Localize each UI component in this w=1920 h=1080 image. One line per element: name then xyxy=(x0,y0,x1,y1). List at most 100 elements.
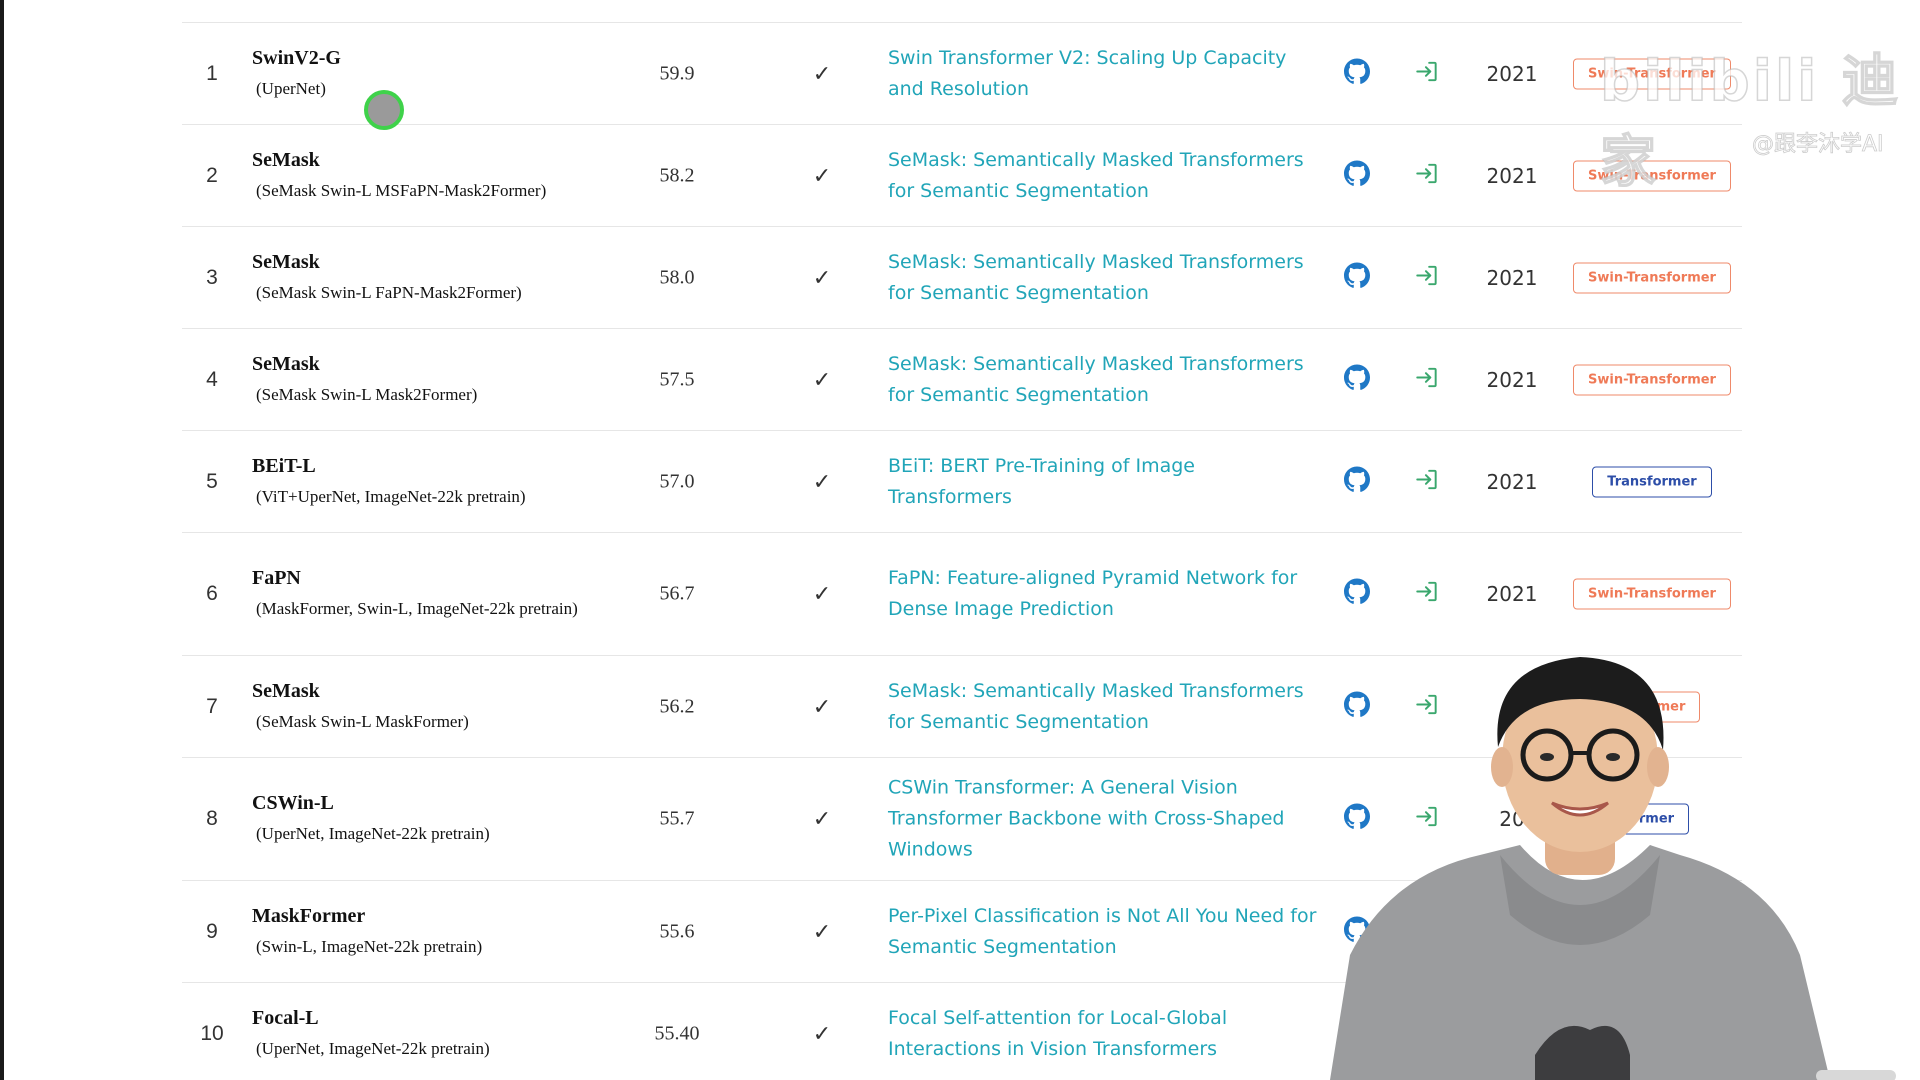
model-details: (UperNet) xyxy=(256,78,326,98)
paper-title-link[interactable]: FaPN: Feature-aligned Pyramid Network fo… xyxy=(888,563,1318,625)
extra-data-check-icon: ✓ xyxy=(812,918,832,944)
miou-score: 55.6 xyxy=(659,920,695,942)
window-edge xyxy=(0,0,4,1080)
method-tag[interactable]: Swin-Transformer xyxy=(1573,262,1731,293)
mouse-cursor-indicator xyxy=(364,90,404,130)
model-name: CSWin-L xyxy=(252,792,334,814)
miou-score: 56.2 xyxy=(659,695,695,717)
model-details: (UperNet, ImageNet-22k pretrain) xyxy=(256,1038,490,1058)
presenter-webcam-overlay xyxy=(1330,657,1830,1080)
model-name: SeMask xyxy=(252,679,320,702)
model-details: (SeMask Swin-L MSFaPN-Mask2Former) xyxy=(256,180,547,200)
method-tag[interactable]: Swin-Transformer xyxy=(1573,364,1731,395)
paper-title-link[interactable]: CSWin Transformer: A General Vision Tran… xyxy=(888,773,1318,866)
tag-cell: Transformer xyxy=(1562,466,1742,497)
model-name: SeMask xyxy=(252,352,320,375)
miou-score: 55.40 xyxy=(654,1022,700,1044)
rank-cell: 9 xyxy=(206,919,218,943)
paper-title-link[interactable]: SeMask: Semantically Masked Transformers… xyxy=(888,145,1318,207)
model-details: (ViT+UperNet, ImageNet-22k pretrain) xyxy=(256,486,526,506)
year-cell: 2021 xyxy=(1486,367,1538,392)
enter-icon[interactable] xyxy=(1414,579,1444,610)
miou-score: 58.0 xyxy=(659,266,695,288)
paper-title-link[interactable]: Swin Transformer V2: Scaling Up Capacity… xyxy=(888,43,1318,105)
scrollbar-thumb[interactable] xyxy=(1816,1070,1896,1080)
model-cell: SeMask (SeMask Swin-L FaPN-Mask2Former) xyxy=(252,247,622,309)
model-cell: SwinV2-G (UperNet) xyxy=(252,43,622,105)
enter-icon[interactable] xyxy=(1414,58,1444,89)
model-name: MaskFormer xyxy=(252,904,366,927)
table-row: 6 FaPN (MaskFormer, Swin-L, ImageNet-22k p… xyxy=(182,533,1742,656)
model-cell: Focal-L (UperNet, ImageNet-22k pretrain) xyxy=(252,1003,622,1065)
model-name: BEiT-L xyxy=(252,454,316,477)
method-tag[interactable]: Swin-Transformer xyxy=(1573,578,1731,610)
enter-icon[interactable] xyxy=(1414,364,1444,395)
github-icon[interactable] xyxy=(1344,466,1374,497)
extra-data-check-icon: ✓ xyxy=(812,581,832,606)
page: 1 SwinV2-G (UperNet) 59.9 ✓ Swin Transformer … xyxy=(0,0,1920,1080)
rank-cell: 1 xyxy=(206,61,218,85)
extra-data-check-icon: ✓ xyxy=(812,162,832,188)
model-details: (Swin-L, ImageNet-22k pretrain) xyxy=(256,936,483,956)
github-icon[interactable] xyxy=(1344,58,1374,89)
miou-score: 59.9 xyxy=(659,62,695,84)
github-icon[interactable] xyxy=(1344,578,1374,610)
rank-cell: 4 xyxy=(206,367,218,391)
year-cell: 2021 xyxy=(1486,582,1538,606)
paper-title-link[interactable]: SeMask: Semantically Masked Transformers… xyxy=(888,676,1318,738)
github-icon[interactable] xyxy=(1344,364,1374,395)
enter-icon[interactable] xyxy=(1414,262,1444,293)
model-name: FaPN xyxy=(252,567,301,589)
extra-data-check-icon: ✓ xyxy=(812,366,832,392)
model-name: SeMask xyxy=(252,148,320,171)
paper-title-link[interactable]: Focal Self-attention for Local-Global In… xyxy=(888,1003,1318,1065)
rank-cell: 6 xyxy=(206,582,218,605)
table-row: 4 SeMask (SeMask Swin-L Mask2Former) 57.5 ✓ S… xyxy=(182,329,1742,431)
github-icon[interactable] xyxy=(1344,160,1374,191)
rank-cell: 10 xyxy=(200,1021,224,1045)
extra-data-check-icon: ✓ xyxy=(812,60,832,86)
table-row: 5 BEiT-L (ViT+UperNet, ImageNet-22k pretra… xyxy=(182,431,1742,533)
rank-cell: 7 xyxy=(206,694,218,718)
paper-title-link[interactable]: Per-Pixel Classification is Not All You … xyxy=(888,901,1318,963)
model-details: (SeMask Swin-L FaPN-Mask2Former) xyxy=(256,282,522,302)
miou-score: 57.5 xyxy=(659,368,695,390)
rank-cell: 5 xyxy=(206,469,218,493)
model-cell: SeMask (SeMask Swin-L Mask2Former) xyxy=(252,349,622,411)
miou-score: 58.2 xyxy=(659,164,695,186)
model-cell: MaskFormer (Swin-L, ImageNet-22k pretrain… xyxy=(252,901,622,963)
method-tag[interactable]: Transformer xyxy=(1592,466,1712,497)
extra-data-check-icon: ✓ xyxy=(812,1020,832,1046)
extra-data-check-icon: ✓ xyxy=(812,468,832,494)
table-row: 2 SeMask (SeMask Swin-L MSFaPN-Mask2Former… xyxy=(182,125,1742,227)
model-cell: CSWin-L (UperNet, ImageNet-22k pretrain) xyxy=(252,788,622,850)
model-name: SwinV2-G xyxy=(252,46,341,69)
rank-cell: 8 xyxy=(206,807,218,830)
paper-title-link[interactable]: SeMask: Semantically Masked Transformers… xyxy=(888,247,1318,309)
enter-icon[interactable] xyxy=(1414,466,1444,497)
year-cell: 2021 xyxy=(1486,61,1538,86)
model-cell: BEiT-L (ViT+UperNet, ImageNet-22k pretrai… xyxy=(252,451,622,513)
extra-data-check-icon: ✓ xyxy=(812,806,832,831)
model-cell: FaPN (MaskFormer, Swin-L, ImageNet-22k pr… xyxy=(252,563,622,625)
year-cell: 2021 xyxy=(1486,163,1538,188)
channel-watermark: @跟李沐学AI xyxy=(1752,132,1884,158)
model-cell: SeMask (SeMask Swin-L MSFaPN-Mask2Former) xyxy=(252,145,622,207)
year-cell: 2021 xyxy=(1486,265,1538,290)
miou-score: 57.0 xyxy=(659,470,695,492)
paper-title-link[interactable]: SeMask: Semantically Masked Transformers… xyxy=(888,349,1318,411)
model-details: (SeMask Swin-L MaskFormer) xyxy=(256,711,469,731)
miou-score: 56.7 xyxy=(659,582,695,605)
model-details: (MaskFormer, Swin-L, ImageNet-22k pretra… xyxy=(256,599,578,618)
tag-cell: Swin-Transformer xyxy=(1562,364,1742,395)
tag-cell: Swin-Transformer xyxy=(1562,262,1742,293)
model-cell: SeMask (SeMask Swin-L MaskFormer) xyxy=(252,676,622,738)
miou-score: 55.7 xyxy=(659,807,695,830)
rank-cell: 3 xyxy=(206,265,218,289)
github-icon[interactable] xyxy=(1344,262,1374,293)
rank-cell: 2 xyxy=(206,163,218,187)
enter-icon[interactable] xyxy=(1414,160,1444,191)
model-name: Focal-L xyxy=(252,1006,319,1029)
paper-title-link[interactable]: BEiT: BERT Pre-Training of Image Transfo… xyxy=(888,451,1318,513)
table-row: 1 SwinV2-G (UperNet) 59.9 ✓ Swin Transformer … xyxy=(182,23,1742,125)
